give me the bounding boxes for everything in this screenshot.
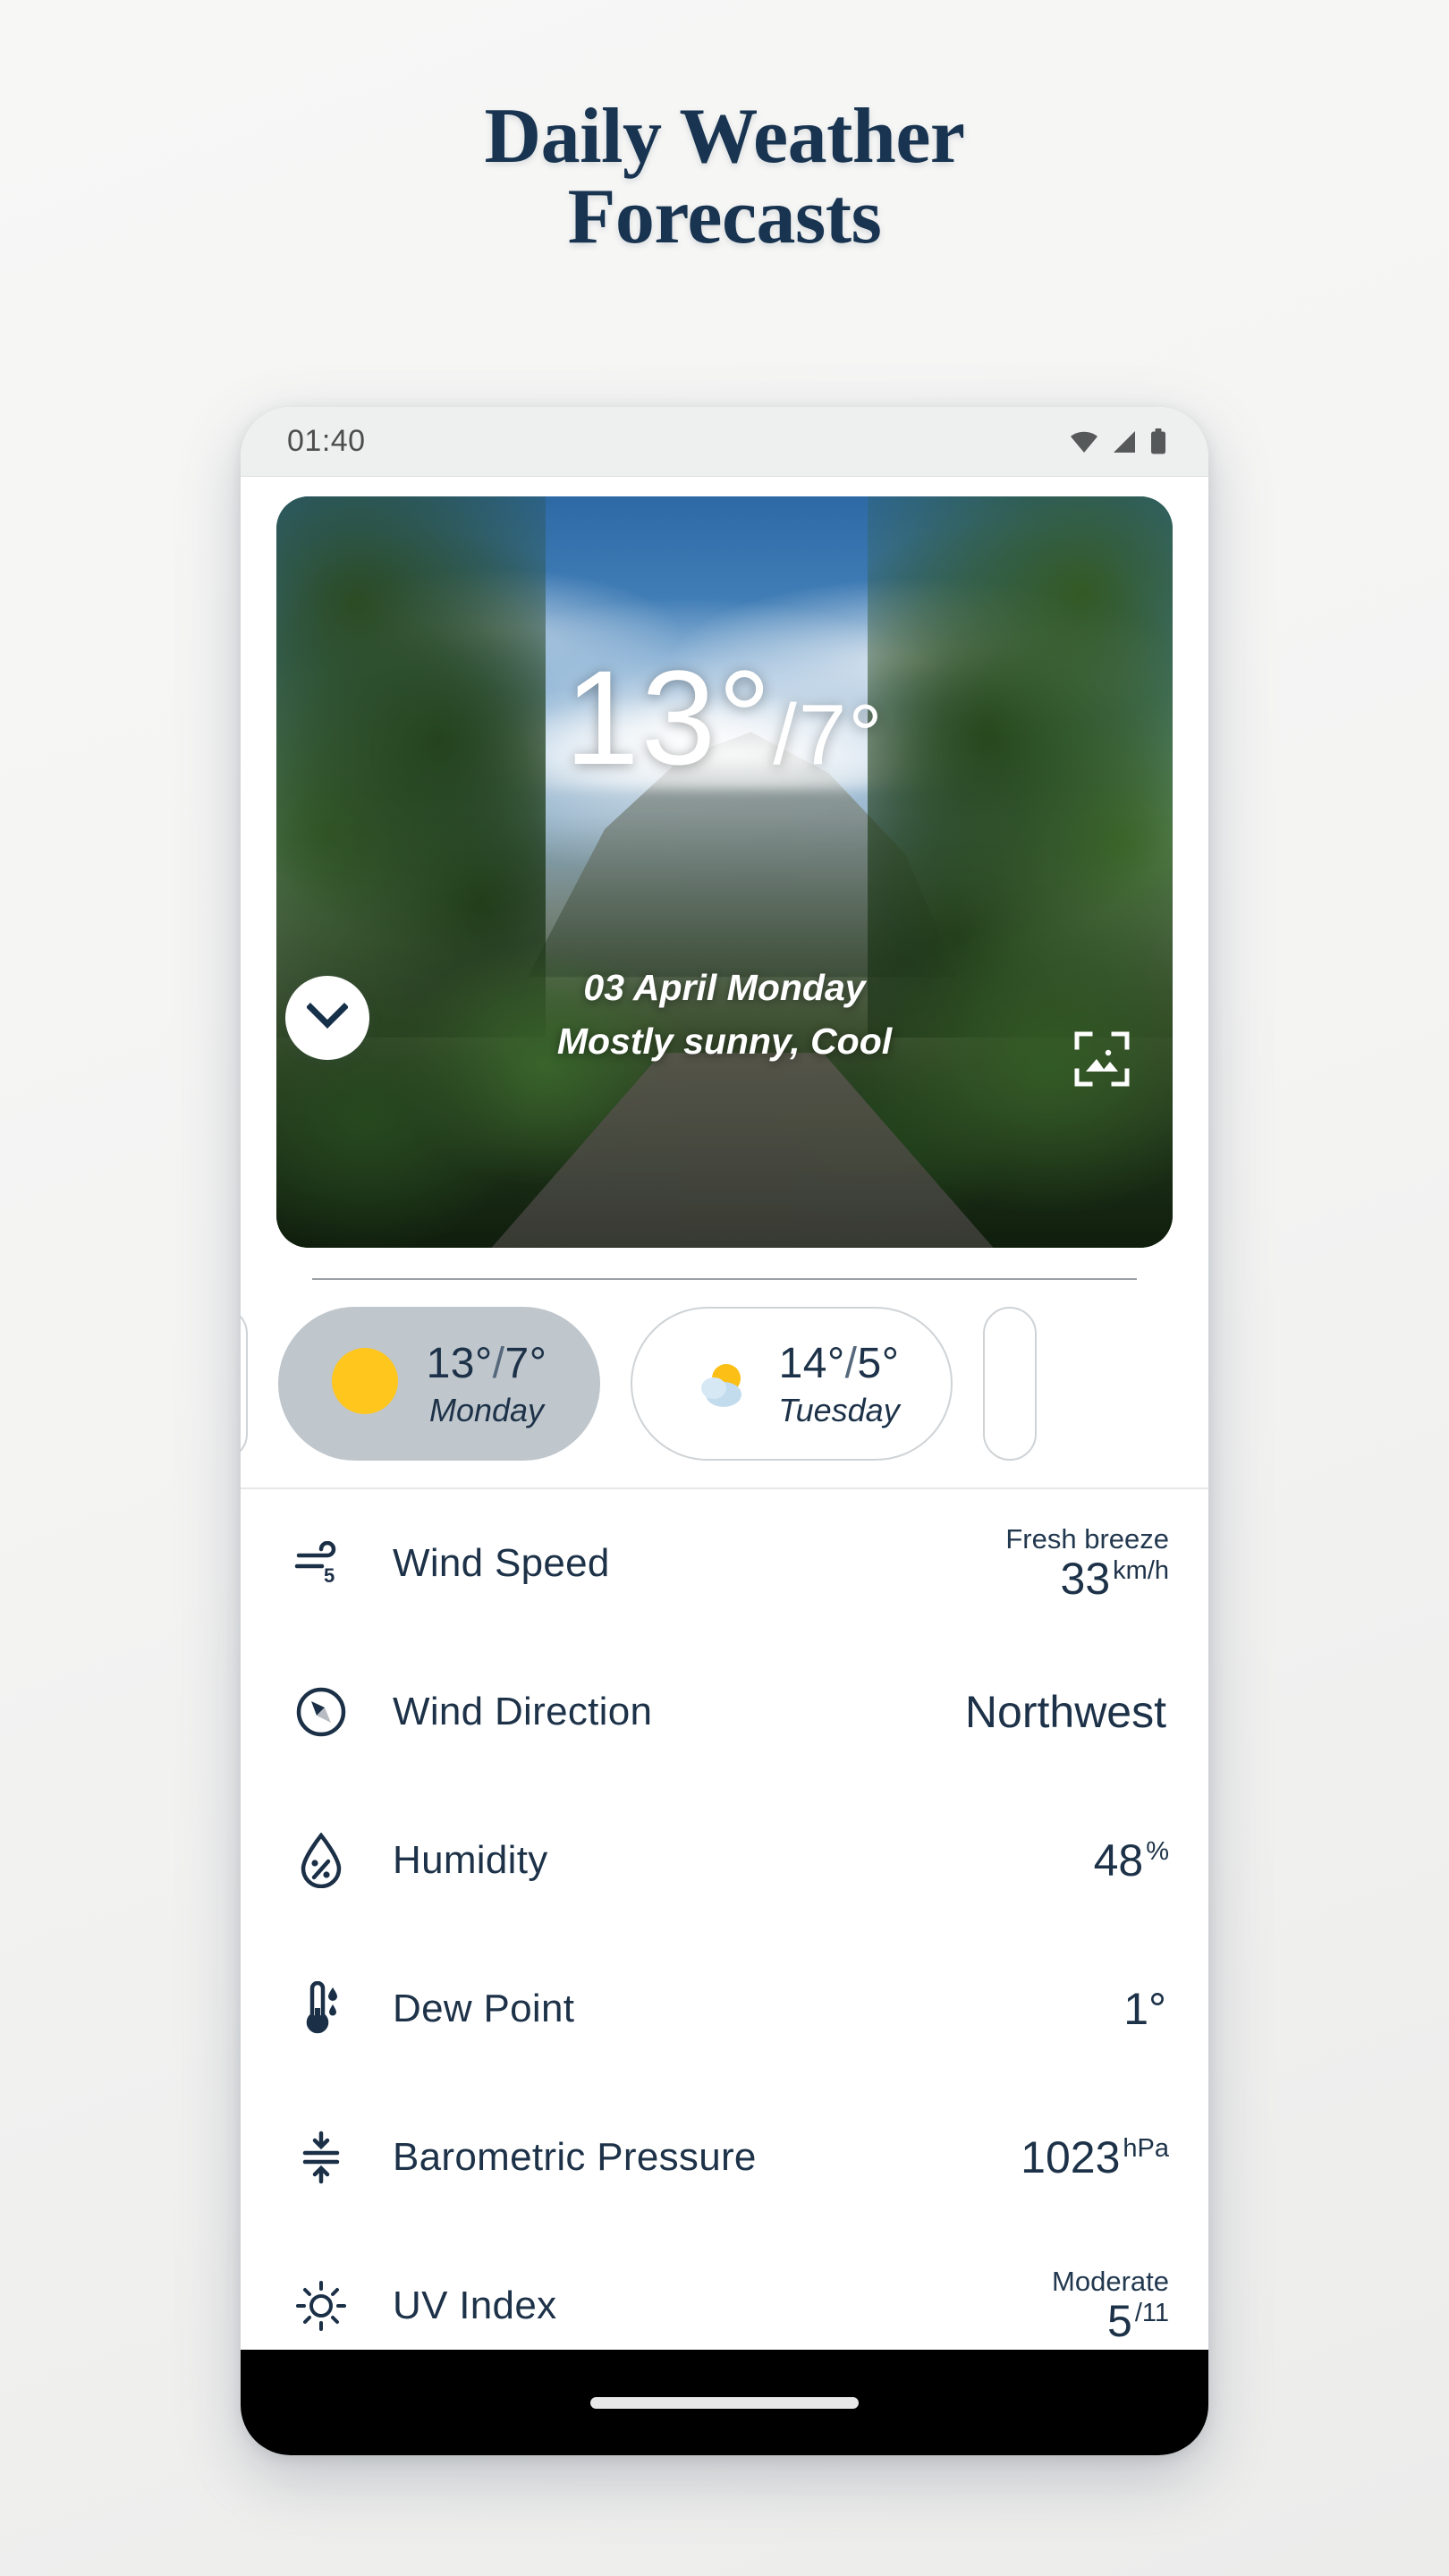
day-card-monday[interactable]: 13°/7° Monday [278,1307,600,1461]
detail-label: Wind Direction [393,1690,653,1733]
wifi-icon [1069,430,1099,453]
detail-main-value: 33 km/h [1005,1555,1169,1604]
detail-main-value: 1° [1123,1983,1169,2034]
detail-unit: km/h [1113,1555,1169,1585]
day-card-high: 13° [426,1339,493,1387]
day-card-temps: 13°/7° [427,1339,547,1388]
battery-icon [1149,428,1167,455]
detail-number: 5 [1107,2296,1132,2347]
hero-overlay-shade [276,496,1173,1248]
image-picker-icon [1074,1031,1130,1091]
hero-weather-card[interactable]: 13°/7° 03 April Monday Mostly sunny, Coo… [276,496,1173,1248]
detail-value: 1° [1123,1983,1169,2034]
day-card-next-peek[interactable] [983,1307,1037,1461]
detail-unit: /11 [1134,2298,1169,2327]
weather-detail-list: 5 Wind Speed Fresh breeze 33 km/h Wind Di… [241,1489,1208,2380]
detail-number: 1023 [1021,2131,1121,2182]
phone-screen: 01:40 13°/7° 03 April Monday Mostly sunn… [241,407,1208,2455]
hero-temp-high: 13° [564,642,774,792]
detail-value: 1023 hPa [1021,2131,1169,2182]
day-card-low: 5° [857,1339,900,1387]
hero-temp-separator: / [773,687,799,783]
detail-main-value: 1023 hPa [1021,2131,1169,2182]
detail-number: 48 [1093,1835,1144,1885]
wind-speed-icon: 5 [280,1541,362,1586]
detail-row-wind-direction[interactable]: Wind Direction Northwest [280,1638,1169,1786]
detail-unit: % [1146,1836,1169,1866]
day-card-low: 7° [504,1339,547,1387]
day-card-previous-peek[interactable] [241,1307,248,1461]
chevron-down-icon [306,1002,349,1034]
day-card-label: Tuesday [778,1391,900,1428]
detail-main-value: 48% [1093,1835,1169,1885]
hero-temp-low: 7° [798,687,885,783]
detail-label: Dew Point [393,1987,575,2030]
day-card-text: 13°/7° Monday [427,1339,547,1429]
hero-date: 03 April Monday [583,967,866,1008]
day-card-sep: / [492,1339,505,1387]
page-title-line-1: Daily Weather [484,93,965,180]
status-bar: 01:40 [241,407,1208,477]
day-card-high: 14° [778,1339,845,1387]
detail-row-humidity[interactable]: Humidity 48% [280,1786,1169,1935]
detail-row-wind-speed[interactable]: 5 Wind Speed Fresh breeze 33 km/h [280,1489,1169,1638]
detail-value: Northwest [964,1686,1169,1737]
page-title: Daily Weather Forecasts [0,0,1449,258]
detail-main-value: Northwest [964,1686,1169,1737]
detail-sub-value: Moderate [1052,2265,1169,2297]
home-gesture-pill[interactable] [590,2396,859,2409]
compass-icon [280,1686,362,1738]
detail-row-barometric-pressure[interactable]: Barometric Pressure 1023 hPa [280,2083,1169,2232]
cellular-signal-icon [1112,430,1137,453]
day-card-temps: 14°/5° [779,1339,900,1388]
day-card-tuesday[interactable]: 14°/5° Tuesday [631,1307,953,1461]
hero-description: Mostly sunny, Cool [556,1021,893,1062]
detail-sub-value: Fresh breeze [1005,1522,1169,1555]
status-bar-clock: 01:40 [287,424,366,458]
status-bar-icons [1069,428,1167,455]
humidity-droplet-icon [280,1833,362,1888]
uv-sun-icon [280,2281,362,2331]
sunny-icon [331,1348,403,1419]
detail-number: 33 [1060,1554,1111,1605]
detail-value: 48% [1093,1835,1169,1885]
detail-number: Northwest [964,1686,1166,1737]
hero-divider [312,1278,1137,1280]
collapse-button[interactable] [285,976,369,1060]
day-card-label: Monday [428,1391,545,1428]
detail-label: Barometric Pressure [393,2135,757,2179]
thermometer-dew-icon [280,1981,362,2037]
detail-number: 1° [1123,1983,1166,2034]
day-forecast-strip[interactable]: 13°/7° Monday 14°/5° Tuesday [241,1280,1208,1489]
hero-section: 13°/7° 03 April Monday Mostly sunny, Coo… [241,477,1208,1280]
hero-temperature: 13°/7° [276,650,1173,784]
detail-value: Moderate 5/11 [1052,2266,1169,2347]
partly-cloudy-icon [683,1348,755,1419]
android-nav-bar [241,2350,1208,2455]
day-card-text: 14°/5° Tuesday [778,1339,899,1429]
phone-mockup: 01:40 13°/7° 03 April Monday Mostly sunn… [241,407,1208,2455]
pressure-arrows-icon [280,2130,362,2185]
detail-label: UV Index [393,2284,557,2327]
detail-row-dew-point[interactable]: Dew Point 1° [280,1935,1169,2083]
svg-text:5: 5 [324,1564,335,1586]
day-card-sep: / [844,1339,858,1387]
page-title-line-2: Forecasts [567,173,882,260]
detail-label: Wind Speed [393,1541,610,1585]
detail-main-value: 5/11 [1052,2297,1169,2346]
detail-label: Humidity [393,1838,548,1882]
detail-unit: hPa [1123,2133,1169,2163]
image-picker-button[interactable] [1071,1030,1133,1092]
detail-value: Fresh breeze 33 km/h [1005,1523,1169,1605]
